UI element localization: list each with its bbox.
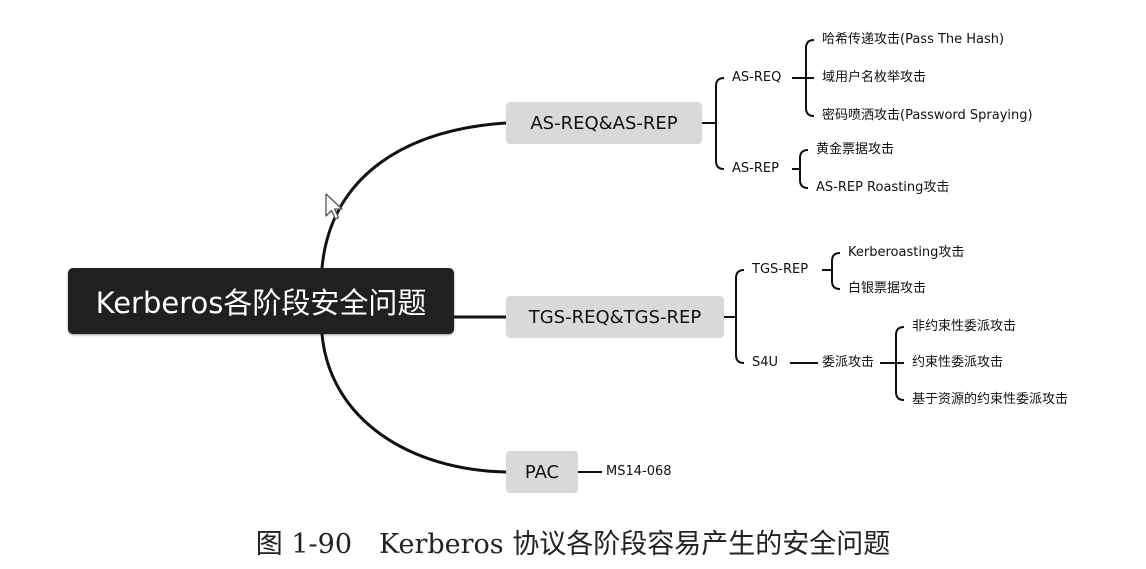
node-as-rep: AS-REP bbox=[732, 161, 779, 176]
node-as-rep-item-1: 黄金票据攻击 bbox=[816, 142, 895, 157]
connector-root-pac bbox=[320, 333, 507, 474]
node-as-rep-item-2: AS-REP Roasting攻击 bbox=[816, 180, 950, 195]
branch-pac-label: PAC bbox=[524, 461, 560, 483]
branch-as-label: AS-REQ&AS-REP bbox=[530, 112, 678, 134]
node-delegation-item-2: 约束性委派攻击 bbox=[912, 355, 1004, 370]
node-tgs-rep-item-1: Kerberoasting攻击 bbox=[848, 245, 965, 260]
mind-map: Kerberos各阶段安全问题 AS-REQ&AS-REP TGS-REQ&TG… bbox=[0, 0, 1146, 569]
branch-as: AS-REQ&AS-REP bbox=[506, 102, 702, 144]
node-delegation-item-1: 非约束性委派攻击 bbox=[912, 319, 1017, 334]
connector-delegation-items bbox=[880, 326, 905, 401]
node-as-req: AS-REQ bbox=[732, 70, 782, 85]
branch-tgs: TGS-REQ&TGS-REP bbox=[506, 296, 724, 338]
node-tgs-rep-item-2: 白银票据攻击 bbox=[848, 281, 927, 296]
connector-asrep-items bbox=[792, 149, 809, 189]
node-as-req-item-3: 密码喷洒攻击(Password Spraying) bbox=[822, 108, 1033, 123]
branch-tgs-label: TGS-REQ&TGS-REP bbox=[528, 306, 702, 328]
node-as-req-item-2: 域用户名枚举攻击 bbox=[822, 70, 927, 85]
root-node: Kerberos各阶段安全问题 bbox=[68, 268, 454, 334]
connector-as-bracket bbox=[702, 77, 725, 170]
node-tgs-rep: TGS-REP bbox=[752, 262, 809, 277]
connector-tgs-bracket bbox=[724, 269, 745, 364]
node-delegation: 委派攻击 bbox=[822, 355, 875, 370]
connector-tgsrep-items bbox=[822, 252, 841, 290]
root-label: Kerberos各阶段安全问题 bbox=[95, 286, 427, 320]
cursor-arrow-icon bbox=[325, 193, 343, 220]
node-delegation-item-3: 基于资源的约束性委派攻击 bbox=[912, 392, 1069, 407]
node-s4u: S4U bbox=[752, 355, 779, 370]
branch-pac: PAC bbox=[506, 451, 578, 493]
node-pac-item-1: MS14-068 bbox=[606, 464, 672, 479]
connector-asreq-items bbox=[792, 39, 815, 117]
connector-root-as bbox=[320, 121, 507, 269]
node-as-req-item-1: 哈希传递攻击(Pass The Hash) bbox=[822, 32, 1005, 47]
figure-caption: 图 1-90 Kerberos 协议各阶段容易产生的安全问题 bbox=[255, 529, 891, 560]
